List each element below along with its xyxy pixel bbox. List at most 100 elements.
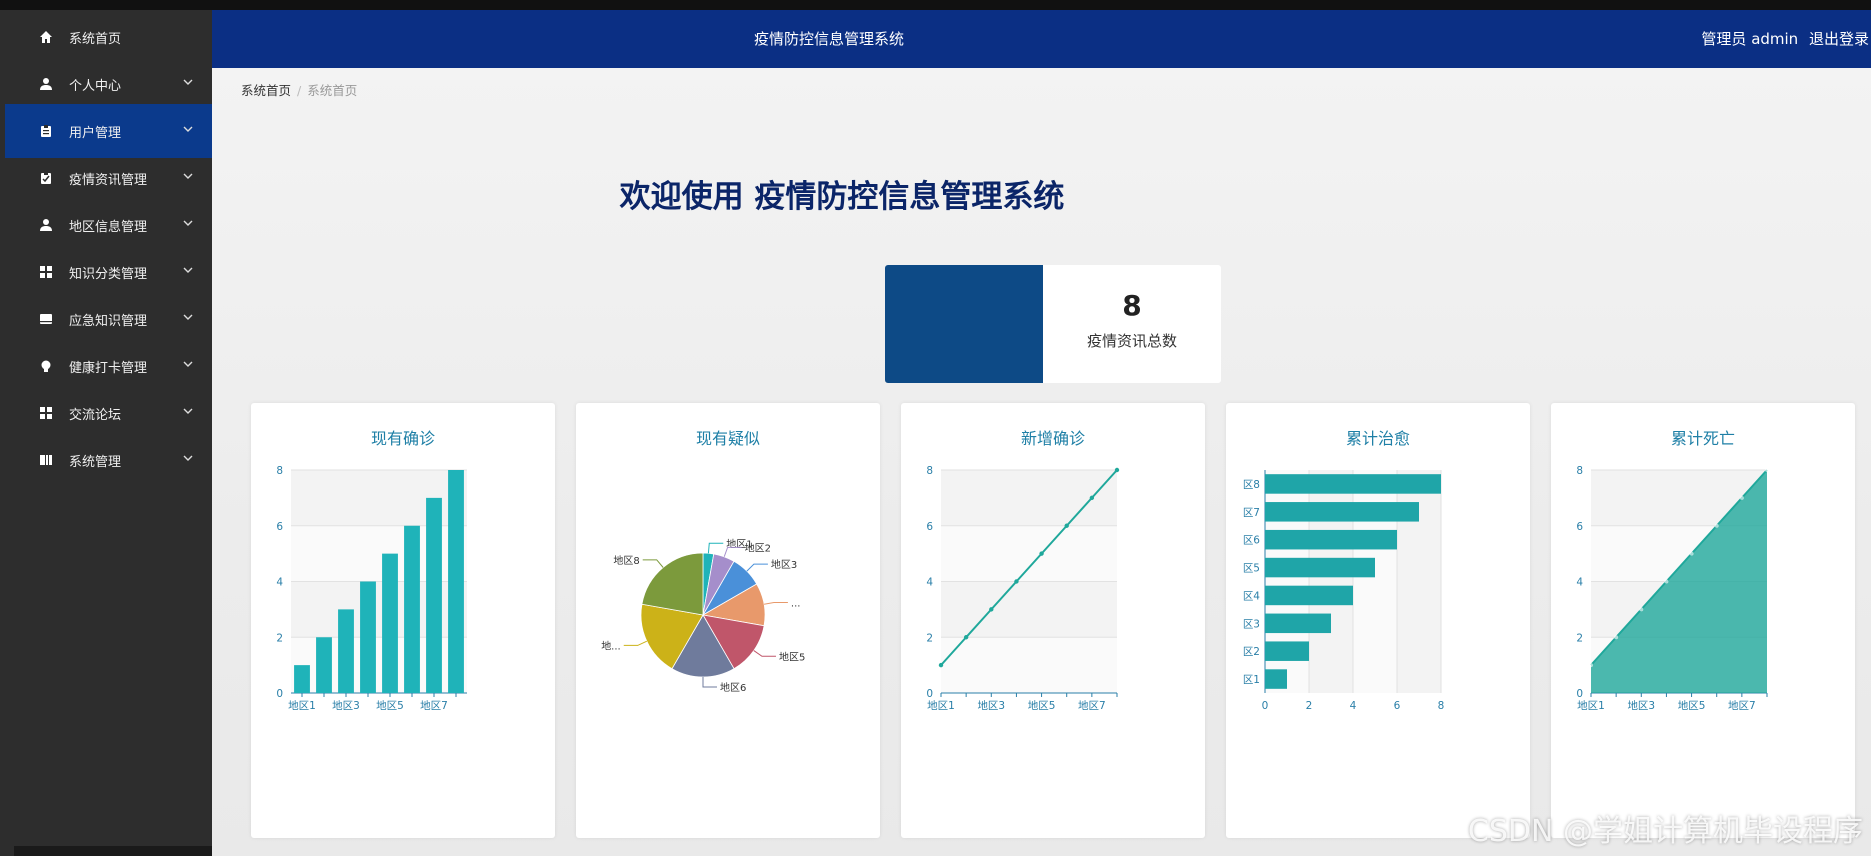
- sidebar-item-1[interactable]: 个人中心: [5, 57, 212, 111]
- point-地区8: [1765, 468, 1769, 472]
- sidebar-item-label: 健康打卡管理: [69, 360, 148, 376]
- pie-label: 地...: [601, 639, 621, 652]
- x-tick-label: 8: [1438, 700, 1445, 712]
- bar-地区3: [338, 609, 354, 693]
- user-icon: [37, 75, 55, 93]
- grid-icon: [37, 263, 55, 281]
- inbox-icon: [37, 310, 55, 328]
- pie-label: ...: [791, 598, 801, 609]
- point-地区8: [1114, 467, 1120, 473]
- pie-label-line: [642, 559, 664, 568]
- y-tick-label: 区4: [1243, 590, 1261, 602]
- grid-band: [941, 637, 1117, 693]
- chart-recovered: 0 2 4 6 8 区1 区2 区3 区4 区5 区6 区7 区8: [1243, 470, 1445, 712]
- bar-地区1: [294, 665, 310, 693]
- chevron-down-icon: [182, 311, 194, 323]
- sidebar-item-label: 交流论坛: [69, 407, 122, 423]
- logout-link[interactable]: 退出登录: [1809, 30, 1869, 48]
- bar-地区5: [382, 553, 398, 693]
- bulb-icon: [37, 357, 55, 375]
- y-tick-label: 区8: [1243, 479, 1260, 491]
- bar-区7: [1265, 502, 1419, 522]
- sidebar-item-4[interactable]: 地区信息管理: [5, 198, 212, 252]
- chevron-down-icon: [182, 264, 194, 276]
- grid-band: [941, 525, 1117, 582]
- y-tick-label: 4: [1576, 577, 1583, 589]
- chart-card-new-confirmed: 新增确诊 0 2 4 6 8 地区1 地区3 地区5 地区7: [901, 403, 1205, 838]
- y-tick-label: 区3: [1243, 618, 1260, 630]
- point-地区7: [1089, 495, 1095, 501]
- pie-slice-地区8: [641, 552, 704, 616]
- clipboard-check-icon: [37, 169, 55, 187]
- book-icon: [37, 451, 55, 469]
- bar-地区8: [448, 470, 464, 693]
- x-tick-label: 0: [1262, 700, 1269, 712]
- point-地区2: [1614, 635, 1619, 640]
- y-tick-label: 区2: [1243, 646, 1260, 658]
- breadcrumb-home[interactable]: 系统首页: [241, 83, 291, 98]
- stat-card-body: 8 疫情资讯总数: [1043, 265, 1221, 383]
- point-地区5: [1689, 551, 1694, 556]
- chart-suspected: 地区1地区2地区3...地区5地区6地...地区8: [601, 537, 805, 694]
- bar-区3: [1265, 613, 1331, 634]
- stat-label: 疫情资讯总数: [1086, 332, 1177, 350]
- app-title: 疫情防控信息管理系统: [753, 30, 904, 48]
- sidebar-item-label: 疫情资讯管理: [69, 172, 148, 188]
- x-tick-label: 地区5: [1678, 699, 1706, 712]
- sidebar-item-5[interactable]: 知识分类管理: [5, 245, 212, 299]
- y-tick-label: 8: [276, 465, 283, 477]
- home-icon: [37, 28, 55, 46]
- grid-icon: [37, 404, 55, 422]
- sidebar-item-label: 应急知识管理: [69, 313, 148, 329]
- sidebar-item-8[interactable]: 交流论坛: [5, 386, 212, 440]
- sidebar-item-0[interactable]: 系统首页: [5, 10, 212, 64]
- pie-label-line: [702, 677, 717, 688]
- pie-label: 地区3: [771, 558, 797, 571]
- admin-user-label[interactable]: 管理员 admin: [1701, 30, 1798, 48]
- chevron-down-icon: [182, 76, 194, 88]
- sidebar-item-9[interactable]: 系统管理: [5, 433, 212, 487]
- chart-card-confirmed: 现有确诊 0 2 4 6 8 地区1 地区3 地区5 地区7: [251, 403, 555, 838]
- x-tick-label: 地区5: [1028, 699, 1056, 712]
- main-content: 系统首页 / 系统首页 欢迎使用 疫情防控信息管理系统 8 疫情资讯总数 现有确诊 …: [212, 68, 1871, 856]
- bar-区1: [1265, 669, 1287, 689]
- pie-label-line: [753, 650, 776, 657]
- y-tick-label: 8: [926, 465, 933, 477]
- bar-地区2: [316, 637, 332, 693]
- point-地区6: [1714, 523, 1719, 528]
- point-地区3: [989, 607, 994, 612]
- chart-card-deaths: 累计死亡 0 2 4 6 8 地区1 地区3 地区5 地区7: [1551, 403, 1855, 838]
- x-tick-label: 地区5: [376, 699, 404, 712]
- x-tick-label: 地区1: [927, 699, 955, 712]
- y-tick-label: 0: [276, 688, 283, 700]
- sidebar-item-2[interactable]: 用户管理: [5, 104, 212, 158]
- sidebar-item-3[interactable]: 疫情资讯管理: [5, 151, 212, 205]
- sidebar-item-label: 用户管理: [69, 125, 122, 141]
- x-tick-label: 地区7: [420, 699, 448, 712]
- x-tick-label: 4: [1350, 700, 1357, 712]
- y-tick-label: 2: [276, 632, 283, 644]
- clipboard-icon: [37, 122, 55, 140]
- x-tick-label: 地区3: [332, 699, 360, 712]
- bar-区2: [1265, 641, 1309, 661]
- sidebar: 系统首页 个人中心用户管理疫情资讯管理地区信息管理 知识分类管理应急知识管理 健康打卡…: [0, 10, 212, 856]
- pie-label: 地区2: [745, 541, 771, 554]
- point-地区4: [1664, 579, 1669, 584]
- x-tick-label: 地区7: [1728, 699, 1756, 712]
- sidebar-item-6[interactable]: 应急知识管理: [5, 292, 212, 346]
- pie-label-line: [707, 542, 724, 554]
- bar-地区6: [404, 525, 420, 693]
- stat-card[interactable]: 8 疫情资讯总数: [885, 265, 1221, 383]
- bar-区5: [1265, 557, 1375, 578]
- pie-label: 地区6: [720, 681, 746, 694]
- pie-label-line: [746, 563, 768, 572]
- user-icon: [37, 216, 55, 234]
- y-tick-label: 2: [926, 632, 933, 644]
- point-地区6: [1064, 523, 1069, 528]
- breadcrumb: 系统首页 / 系统首页: [241, 80, 357, 99]
- x-tick-label: 地区7: [1078, 699, 1106, 712]
- pie-label: 地区5: [779, 650, 805, 663]
- point-地区7: [1739, 495, 1744, 500]
- x-tick-label: 6: [1394, 700, 1401, 712]
- sidebar-item-7[interactable]: 健康打卡管理: [5, 339, 212, 393]
